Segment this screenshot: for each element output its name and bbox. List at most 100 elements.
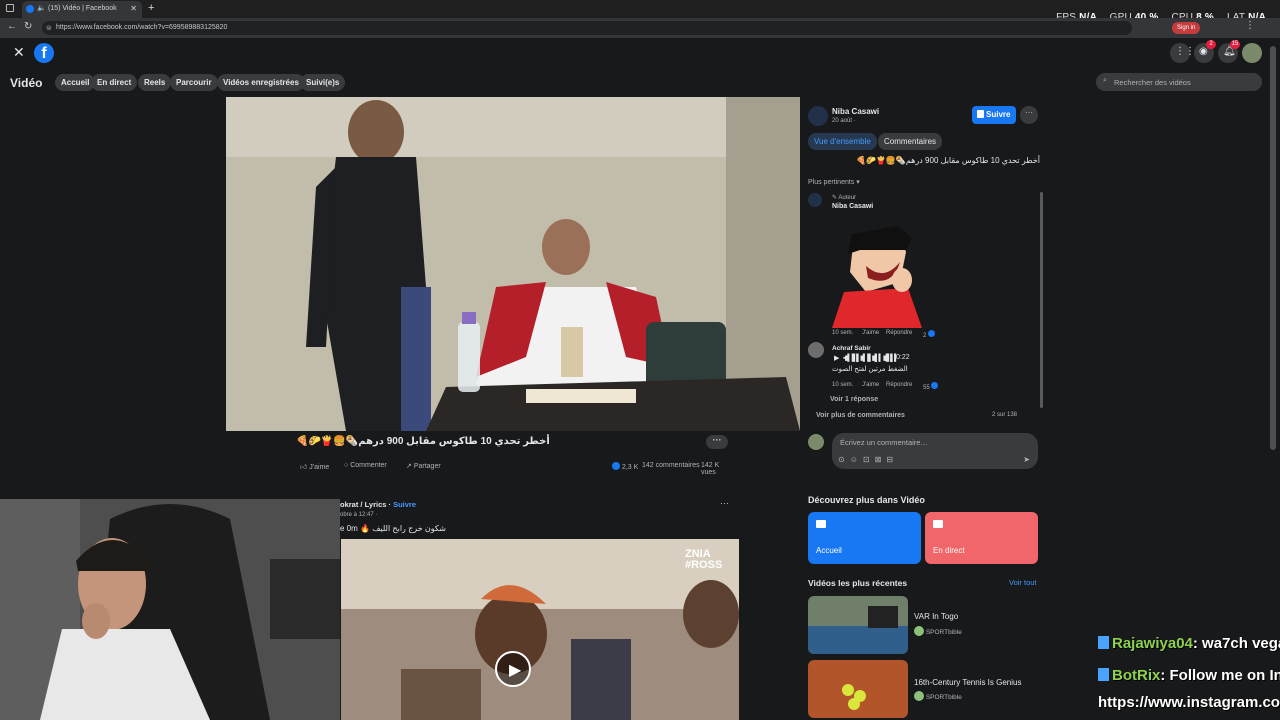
profile-avatar[interactable]: [1242, 43, 1262, 63]
comment-reply[interactable]: Répondre: [886, 382, 912, 388]
voice-play-icon[interactable]: ▶: [834, 354, 839, 362]
apps-menu-icon[interactable]: ⋮⋮: [1170, 43, 1195, 63]
comment-time: 10 sem.: [832, 382, 854, 388]
url-text: https://www.facebook.com/watch?v=6995898…: [56, 24, 228, 31]
reaction-count[interactable]: 2,3 K: [612, 462, 638, 471]
see-all-link[interactable]: Voir tout: [1009, 578, 1037, 587]
search-input[interactable]: ⌕ Rechercher des vidéos: [1096, 73, 1262, 91]
nav-parcourir[interactable]: Parcourir: [170, 74, 218, 91]
recent-video-thumb[interactable]: [808, 660, 908, 718]
discover-card-accueil[interactable]: Accueil: [808, 512, 921, 564]
share-icon: ↗: [406, 463, 412, 470]
comment-avatar[interactable]: [808, 193, 822, 207]
tab-overview[interactable]: Vue d'ensemble: [808, 133, 877, 150]
video-subnav: Vidéo Accueil En direct Reels Parcourir …: [0, 70, 1280, 94]
nav-suivies[interactable]: Suivi(e)s: [300, 74, 346, 91]
play-button-icon[interactable]: ▶: [495, 651, 531, 687]
post-video-frame: [341, 539, 739, 720]
more-options-button[interactable]: ···: [706, 435, 728, 449]
chat-message: Rajawiya04: wa7ch vega veg: [1098, 635, 1280, 652]
send-icon[interactable]: ➤: [1023, 455, 1030, 464]
chevron-down-icon: ▾: [856, 179, 860, 186]
recent-videos-title: Vidéos les plus récentes: [808, 578, 908, 588]
chat-message: BotRix: Follow me on Instag: [1098, 667, 1280, 684]
comment-reactions[interactable]: 2: [923, 330, 936, 339]
recent-video-title[interactable]: 16th-Century Tennis Is Genius: [914, 678, 1021, 687]
comment-like[interactable]: J'aime: [862, 330, 879, 336]
nav-accueil[interactable]: Accueil: [55, 74, 96, 91]
signin-button[interactable]: Sign in: [1172, 22, 1201, 34]
view-replies-link[interactable]: Voir 1 réponse: [830, 396, 878, 403]
video-frame: [226, 97, 800, 431]
tab-close-icon[interactable]: ✕: [130, 4, 137, 13]
video-caption-row: أخطر تحدي 10 طاكوس مقابل 900 درهم🌯🍔🍟🌮🍕 ·…: [296, 435, 730, 454]
video-icon: [816, 520, 826, 528]
comment-reply[interactable]: Répondre: [886, 330, 912, 336]
chat-badge-icon: [1098, 636, 1109, 649]
recent-video-thumb[interactable]: [808, 596, 908, 654]
facebook-logo-icon[interactable]: f: [34, 43, 54, 63]
author-name[interactable]: Niba Casawi: [832, 107, 879, 116]
tab-title: (15) Vidéo | Facebook: [48, 5, 117, 12]
nav-en-direct[interactable]: En direct: [91, 74, 138, 91]
reload-icon[interactable]: ↻: [24, 21, 32, 32]
waveform: ▪▮▍▋▌▮▍▋▮▌▍▮▋▌▍: [843, 355, 899, 362]
webcam-frame: [0, 499, 340, 720]
messenger-badge: 2: [1206, 40, 1216, 49]
window-icon[interactable]: [6, 4, 14, 12]
url-field[interactable]: ⊜ https://www.facebook.com/watch?v=69958…: [42, 21, 1132, 35]
my-avatar: [808, 434, 824, 450]
discover-card-live[interactable]: En direct: [925, 512, 1038, 564]
site-info-icon[interactable]: ⊜: [46, 24, 52, 32]
post-more-icon[interactable]: ···: [720, 498, 729, 508]
comment-tools-icon[interactable]: ⊙☺⊡⊠⊟: [838, 455, 898, 464]
panel-more-button[interactable]: ···: [1020, 106, 1038, 124]
comment-author[interactable]: Niba Casawi: [832, 203, 873, 210]
comment-icon: ○: [344, 462, 349, 469]
browser-tab[interactable]: 🔈 (15) Vidéo | Facebook ✕: [22, 1, 142, 18]
video-player[interactable]: [226, 97, 800, 431]
follow-button[interactable]: Suivre: [972, 106, 1016, 124]
source-avatar: [914, 626, 924, 636]
close-icon[interactable]: ✕: [13, 44, 25, 61]
address-bar-row: ← ↻ ⊜ https://www.facebook.com/watch?v=6…: [0, 18, 1280, 38]
sticker-laughing: [826, 222, 926, 328]
comment-button[interactable]: ○ Commenter: [344, 462, 387, 469]
nav-videos-enregistrees[interactable]: Vidéos enregistrées: [217, 74, 305, 91]
comment-input[interactable]: Écrivez un commentaire… ⊙☺⊡⊠⊟ ➤: [832, 433, 1038, 469]
search-icon: ⌕: [1103, 77, 1107, 84]
comment-count-label: 2 sur 138: [992, 412, 1018, 418]
tab-comments[interactable]: Commentaires: [878, 133, 943, 150]
like-label: J'aime: [309, 464, 330, 471]
page-scrollbar[interactable]: [1270, 46, 1276, 450]
back-icon[interactable]: ←: [7, 21, 17, 32]
nav-reels[interactable]: Reels: [138, 74, 172, 91]
scrollbar[interactable]: [1040, 192, 1043, 408]
sort-dropdown[interactable]: Plus pertinents ▾: [808, 178, 860, 186]
post-video-thumb[interactable]: ZNIA #ROSS ▶: [341, 539, 739, 720]
recent-video-title[interactable]: VAR In Togo: [914, 612, 958, 621]
comment-author[interactable]: Achraf Sabir: [832, 345, 871, 352]
voice-hint: الضغط مرتين لفتح الصوت: [832, 366, 908, 373]
search-placeholder: Rechercher des vidéos: [1114, 78, 1191, 87]
author-tag: ✎ Auteur: [832, 195, 857, 201]
comment-avatar[interactable]: [808, 342, 824, 358]
comment-like[interactable]: J'aime: [862, 382, 879, 388]
share-button[interactable]: ↗ Partager: [406, 462, 441, 470]
follow-icon: [977, 110, 984, 118]
share-label: Partager: [413, 463, 441, 470]
more-comments-link[interactable]: Voir plus de commentaires: [816, 412, 905, 419]
video-caption: أخطر تحدي 10 طاكوس مقابل 900 درهم🌯🍔🍟🌮🍕: [296, 436, 550, 447]
webcam-overlay: [0, 499, 340, 720]
like-reaction-icon: [612, 462, 620, 470]
post-description: أخطر تحدي 10 طاكوس مقابل 900 درهم🌯🍔🍟🌮🍕: [856, 156, 1040, 165]
speaker-icon[interactable]: 🔈: [37, 4, 46, 12]
comment-reactions[interactable]: 55: [923, 382, 939, 391]
menu-dots-icon[interactable]: ⋮: [1245, 20, 1255, 31]
thumb-overlay-text: ZNIA #ROSS: [685, 548, 723, 571]
comment-count[interactable]: 142 commentaires: [642, 462, 700, 469]
author-avatar[interactable]: [808, 106, 828, 126]
like-button[interactable]: 👍︎ J'aime: [300, 462, 329, 471]
post-author[interactable]: okrat / Lyrics · Suivre: [340, 500, 416, 509]
new-tab-icon[interactable]: +: [148, 2, 154, 14]
